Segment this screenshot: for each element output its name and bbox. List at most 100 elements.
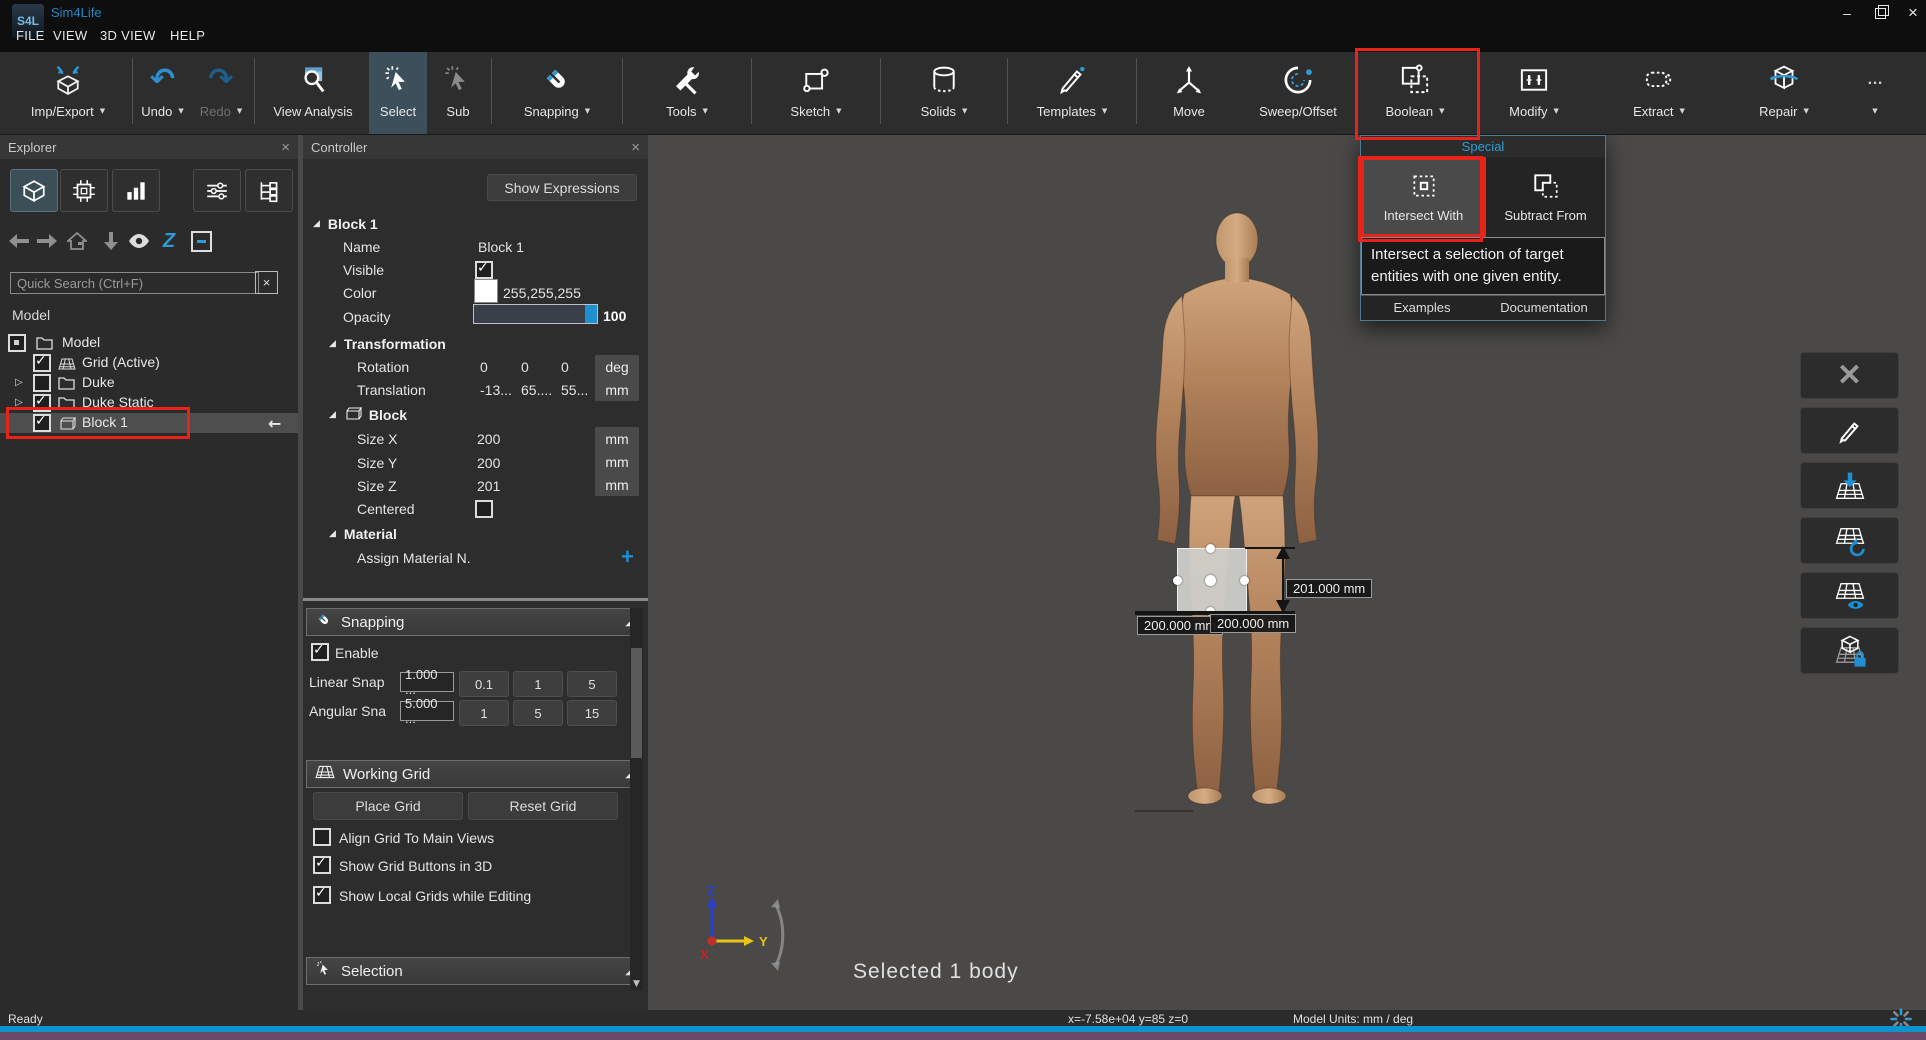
collapse-icon[interactable]: ◢ xyxy=(329,529,336,539)
tree-item-block-1[interactable]: Block 1 ← xyxy=(0,413,298,433)
menu-3d-view[interactable]: 3D VIEW xyxy=(100,28,156,43)
close-button[interactable]: × xyxy=(1902,4,1924,22)
edit-grid-button[interactable] xyxy=(1800,407,1899,454)
collapse-icon[interactable]: ◢ xyxy=(313,219,320,229)
human-body-model[interactable] xyxy=(1087,210,1387,810)
tree-item-duke-static[interactable]: ▷ Duke Static xyxy=(0,393,298,413)
chevron-down-icon[interactable]: ▼ xyxy=(962,107,967,115)
toolbar-button-sub[interactable]: Sub xyxy=(427,52,489,134)
checkbox-checked[interactable] xyxy=(33,394,51,412)
translation-y[interactable]: 65.... xyxy=(521,379,552,401)
show-expressions-button[interactable]: Show Expressions xyxy=(487,174,637,201)
size-x-value[interactable]: 200 xyxy=(477,428,500,450)
menu-item-intersect-with[interactable]: Intersect With xyxy=(1361,157,1486,237)
close-icon[interactable]: × xyxy=(281,139,290,156)
rotation-y[interactable]: 0 xyxy=(521,356,529,378)
explorer-hierarchy-button[interactable] xyxy=(245,169,293,212)
expand-icon[interactable]: ▷ xyxy=(15,397,23,408)
block1-group-header[interactable]: ◢Block 1 xyxy=(313,213,378,235)
visible-checkbox[interactable] xyxy=(475,261,493,279)
chevron-down-icon[interactable]: ▼ xyxy=(1803,107,1808,115)
checkbox-checked[interactable] xyxy=(33,354,51,372)
reset-grid-3d-button[interactable] xyxy=(1800,517,1899,564)
explorer-tab-analysis[interactable] xyxy=(112,169,160,212)
nav-home-button[interactable] xyxy=(66,230,88,252)
toolbar-button-redo[interactable]: ↷ Redo▼ xyxy=(190,52,252,134)
block-geometry-group-header[interactable]: ◢ Block xyxy=(329,404,407,426)
place-grid-button[interactable]: Place Grid xyxy=(313,792,463,820)
checkbox-partial[interactable] xyxy=(8,334,26,352)
toolbar-button-move[interactable]: Move xyxy=(1139,52,1239,134)
angular-snap-input[interactable]: 5.000 ... xyxy=(400,701,454,721)
toolbar-button-imp-export[interactable]: Imp/Export▼ xyxy=(6,52,130,134)
angular-preset-1[interactable]: 1 xyxy=(459,700,509,726)
toolbar-button-more[interactable]: … ▼ xyxy=(1845,52,1905,134)
toolbar-button-solids[interactable]: Solids▼ xyxy=(883,52,1005,134)
restore-button[interactable] xyxy=(1869,4,1891,22)
size-y-value[interactable]: 200 xyxy=(477,452,500,474)
selection-section-header[interactable]: Selection◢ xyxy=(306,957,642,985)
checkbox-unchecked[interactable] xyxy=(33,374,51,392)
chevron-down-icon[interactable]: ▼ xyxy=(1680,107,1685,115)
angular-preset-5[interactable]: 5 xyxy=(513,700,563,726)
snapping-section-header[interactable]: Snapping◢ xyxy=(306,608,642,636)
explorer-tab-model[interactable] xyxy=(10,169,58,212)
chevron-down-icon[interactable]: ▼ xyxy=(100,107,105,115)
opacity-slider[interactable] xyxy=(473,304,598,324)
minimize-button[interactable]: – xyxy=(1836,4,1858,22)
scrollbar[interactable] xyxy=(630,608,643,990)
chevron-down-icon[interactable]: ▼ xyxy=(1102,107,1107,115)
translation-x[interactable]: -13... xyxy=(480,379,512,401)
toolbar-button-templates[interactable]: Templates▼ xyxy=(1010,52,1134,134)
rotation-x[interactable]: 0 xyxy=(480,356,488,378)
chevron-down-icon[interactable]: ▼ xyxy=(585,107,590,115)
close-icon[interactable]: × xyxy=(631,139,640,156)
visibility-button[interactable] xyxy=(128,230,150,252)
menu-documentation-link[interactable]: Documentation xyxy=(1483,296,1605,320)
size-z-value[interactable]: 201 xyxy=(477,475,500,497)
menu-item-subtract-from[interactable]: Subtract From xyxy=(1486,157,1605,237)
translation-z[interactable]: 55... xyxy=(561,379,588,401)
toolbar-button-undo[interactable]: ↶ Undo▼ xyxy=(135,52,190,134)
lock-grid-button[interactable] xyxy=(1800,627,1899,674)
handle-top[interactable] xyxy=(1206,544,1215,553)
reset-grid-button[interactable]: Reset Grid xyxy=(468,792,618,820)
material-group-header[interactable]: ◢Material xyxy=(329,523,397,545)
cancel-grid-button[interactable]: ✕ xyxy=(1800,352,1899,399)
menu-view[interactable]: VIEW xyxy=(53,28,87,43)
collapse-icon[interactable]: ◢ xyxy=(329,339,336,349)
collapse-icon[interactable]: ◢ xyxy=(329,410,336,420)
explorer-tab-simulation[interactable] xyxy=(60,169,108,212)
toolbar-button-extract[interactable]: Extract▼ xyxy=(1595,52,1723,134)
viewport-3d[interactable]: 200.000 mm 200.000 mm 201.000 mm Z Y X S… xyxy=(650,135,1926,1010)
toolbar-button-sketch[interactable]: Sketch▼ xyxy=(754,52,878,134)
nav-back-button[interactable] xyxy=(8,230,30,252)
toolbar-button-boolean[interactable]: Boolean▼ xyxy=(1357,52,1473,134)
toolbar-button-view-analysis[interactable]: View Analysis xyxy=(257,52,369,134)
handle-center[interactable] xyxy=(1205,575,1216,586)
link-back-arrow-icon[interactable]: ← xyxy=(268,414,281,433)
checkbox-checked[interactable] xyxy=(33,414,51,432)
rotation-z[interactable]: 0 xyxy=(561,356,569,378)
scroll-down-arrow[interactable]: ▼ xyxy=(630,977,643,991)
chevron-down-icon[interactable]: ▼ xyxy=(836,107,841,115)
show-grid-button[interactable] xyxy=(1800,572,1899,619)
nav-forward-button[interactable] xyxy=(36,230,58,252)
nav-goto-button[interactable] xyxy=(100,230,122,252)
linear-preset-1[interactable]: 1 xyxy=(513,671,563,697)
linear-preset-0.1[interactable]: 0.1 xyxy=(459,671,509,697)
scrollbar-thumb[interactable] xyxy=(631,648,642,758)
tree-item-duke[interactable]: ▷ Duke xyxy=(0,373,298,393)
add-material-button[interactable]: + xyxy=(621,547,634,567)
chevron-down-icon[interactable]: ▼ xyxy=(1553,107,1558,115)
align-grid-checkbox[interactable] xyxy=(313,828,331,846)
handle-right[interactable] xyxy=(1240,576,1249,585)
working-grid-section-header[interactable]: Working Grid◢ xyxy=(306,760,642,788)
name-value[interactable]: Block 1 xyxy=(478,236,524,258)
clear-search-button[interactable]: × xyxy=(255,271,278,294)
snapping-enable-checkbox[interactable] xyxy=(311,643,329,661)
menu-file[interactable]: FILE xyxy=(16,28,45,43)
toolbar-button-snapping[interactable]: Snapping▼ xyxy=(494,52,620,134)
axis-gizmo[interactable]: Z Y X xyxy=(690,883,800,988)
zoom-to-button[interactable]: Z xyxy=(158,230,180,252)
